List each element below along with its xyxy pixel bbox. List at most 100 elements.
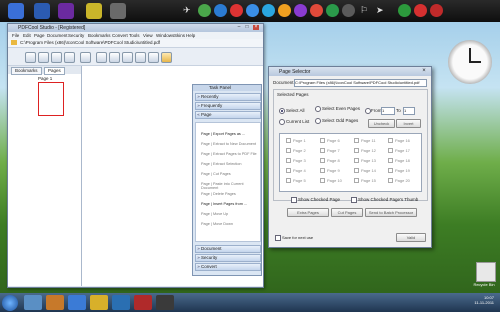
app-icon[interactable] — [112, 295, 130, 310]
checkbox[interactable] — [388, 168, 393, 174]
select-odd-radio[interactable] — [315, 118, 321, 124]
search-icon[interactable] — [51, 52, 62, 63]
page-checkbox-item[interactable]: Page 12 — [354, 148, 376, 154]
app-icon[interactable] — [110, 3, 126, 19]
checkbox[interactable] — [286, 158, 291, 164]
send-to-batch-button[interactable]: Send to Batch Processor — [365, 208, 417, 217]
checkbox[interactable] — [354, 138, 359, 144]
checkbox[interactable] — [286, 168, 291, 174]
task-item[interactable]: Page | Paste into Current Document — [201, 182, 260, 190]
select-all-radio[interactable] — [279, 108, 285, 114]
checkbox[interactable] — [388, 158, 393, 164]
page-checkbox-item[interactable]: Page 5 — [286, 178, 306, 184]
document-path-field[interactable]: C:\Program Files (x86)\IconCool Software… — [294, 79, 427, 87]
page-checkbox-item[interactable]: Page 1 — [286, 138, 306, 144]
recycle-bin-icon[interactable] — [476, 262, 496, 282]
menu-skins[interactable]: Skins — [174, 33, 185, 38]
app-icon[interactable] — [398, 4, 411, 17]
checkbox[interactable] — [320, 138, 325, 144]
show-thumb-checkbox[interactable] — [351, 197, 357, 203]
app-icon[interactable] — [342, 4, 355, 17]
menu-file[interactable]: File — [12, 33, 19, 38]
star-icon[interactable] — [161, 52, 172, 63]
to-field[interactable]: 1 — [403, 107, 415, 115]
menu-convert[interactable]: Convert — [112, 33, 128, 38]
app-icon[interactable] — [262, 4, 275, 17]
page-checkbox-item[interactable]: Page 4 — [286, 168, 306, 174]
app-icon[interactable] — [68, 295, 86, 310]
section-recently[interactable]: »Recently — [195, 93, 261, 101]
checkbox[interactable] — [320, 148, 325, 154]
app-icon[interactable] — [134, 295, 152, 310]
page-checkbox-item[interactable]: Page 18 — [388, 158, 410, 164]
app-icon[interactable] — [8, 3, 24, 19]
checkbox[interactable] — [286, 178, 291, 184]
page-icon[interactable] — [135, 52, 146, 63]
cut-pages-button[interactable]: Cut Pages — [331, 208, 363, 217]
checkbox[interactable] — [354, 178, 359, 184]
checkbox[interactable] — [286, 148, 291, 154]
menu-security[interactable]: Security — [68, 33, 84, 38]
menu-windows[interactable]: Windows — [156, 33, 174, 38]
task-item[interactable]: Page | Extract Pages to PDF File — [201, 152, 257, 156]
uncheck-button[interactable]: Uncheck — [368, 119, 395, 128]
app-icon[interactable] — [278, 4, 291, 17]
section-frequently[interactable]: »Frequently — [195, 102, 261, 110]
app-icon[interactable] — [198, 4, 211, 17]
task-item[interactable]: Page | Move Down — [201, 222, 233, 226]
start-button[interactable] — [2, 295, 18, 311]
close-button[interactable]: × — [253, 25, 259, 30]
page-checkbox-item[interactable]: Page 17 — [388, 148, 410, 154]
app-icon[interactable] — [246, 4, 259, 17]
page-checkbox-item[interactable]: Page 9 — [320, 168, 340, 174]
checkbox[interactable] — [354, 148, 359, 154]
image-icon[interactable] — [122, 52, 133, 63]
menu-page[interactable]: Page — [34, 33, 45, 38]
invert-button[interactable]: Invert — [396, 119, 421, 128]
checkbox[interactable] — [320, 178, 325, 184]
menu-tools[interactable]: Tools — [129, 33, 140, 38]
checkbox[interactable] — [354, 158, 359, 164]
checkbox[interactable] — [388, 178, 393, 184]
app-icon[interactable] — [34, 3, 50, 19]
page-checkbox-item[interactable]: Page 6 — [320, 138, 340, 144]
page-thumbnail[interactable] — [38, 82, 64, 116]
print-icon[interactable] — [109, 52, 120, 63]
task-item[interactable]: Page | Insert Pages from ... — [201, 202, 247, 206]
app-icon[interactable] — [214, 4, 227, 17]
menu-help[interactable]: Help — [186, 33, 195, 38]
app-icon[interactable] — [90, 295, 108, 310]
bird-icon[interactable]: ✈ — [183, 5, 191, 16]
menu-view[interactable]: View — [143, 33, 153, 38]
task-item[interactable]: Page | Extract to New Document — [201, 142, 256, 146]
section-page[interactable]: «Page — [195, 111, 261, 119]
page-checkbox-item[interactable]: Page 20 — [388, 178, 410, 184]
app-icon[interactable] — [24, 295, 42, 310]
page-checkbox-item[interactable]: Page 14 — [354, 168, 376, 174]
page-checkbox-item[interactable]: Page 3 — [286, 158, 306, 164]
arrow-icon[interactable]: ➤ — [376, 5, 384, 16]
ok-button[interactable]: Valid — [396, 233, 426, 242]
minimize-button[interactable]: – — [236, 25, 242, 30]
tools-icon[interactable] — [80, 52, 91, 63]
from-field[interactable]: 1 — [381, 107, 395, 115]
page-checkbox-item[interactable]: Page 15 — [354, 178, 376, 184]
page-checkbox-item[interactable]: Page 10 — [320, 178, 342, 184]
open-icon[interactable] — [25, 52, 36, 63]
task-item[interactable]: Page | Export Pages as ... — [201, 132, 245, 136]
select-even-radio[interactable] — [315, 106, 321, 112]
current-list-radio[interactable] — [279, 119, 285, 125]
extra-pages-button[interactable]: Extra Pages — [287, 208, 329, 217]
page-checkbox-item[interactable]: Page 7 — [320, 148, 340, 154]
app-icon[interactable] — [86, 3, 102, 19]
app-icon[interactable] — [58, 3, 74, 19]
close-icon[interactable]: × — [419, 68, 429, 74]
tab-pages[interactable]: Pages — [44, 67, 65, 75]
app-icon[interactable] — [414, 4, 427, 17]
save-icon[interactable] — [38, 52, 49, 63]
app-icon[interactable] — [230, 4, 243, 17]
app-icon[interactable] — [294, 4, 307, 17]
app-icon[interactable] — [156, 295, 174, 310]
pin-icon[interactable]: ⚐ — [360, 5, 368, 16]
tab-bookmarks[interactable]: Bookmarks — [11, 67, 42, 75]
